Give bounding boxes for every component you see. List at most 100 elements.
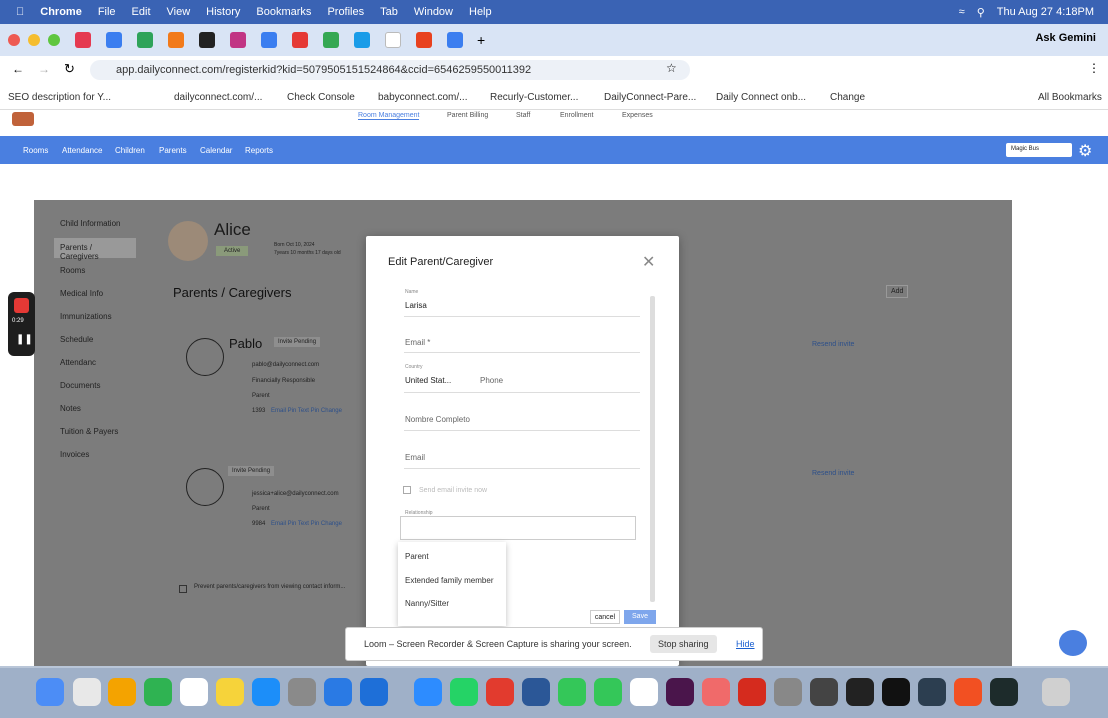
tab-favicon[interactable]	[75, 32, 91, 48]
settings-icon[interactable]	[288, 678, 316, 706]
zoom-icon[interactable]	[414, 678, 442, 706]
sidebar-item-parents[interactable]: Parents / Caregivers	[54, 238, 136, 261]
app-icon[interactable]	[990, 678, 1018, 706]
menu-view[interactable]: View	[167, 6, 191, 18]
reminders-icon[interactable]	[180, 678, 208, 706]
subnav-rooms[interactable]: Rooms	[23, 146, 48, 155]
launchpad-icon[interactable]	[73, 678, 101, 706]
save-button[interactable]: Save	[624, 610, 656, 624]
subnav-children[interactable]: Children	[115, 146, 145, 155]
photos-icon[interactable]	[108, 678, 136, 706]
tab-favicon[interactable]	[261, 32, 277, 48]
parent1-resend-invite[interactable]: Resend invite	[812, 341, 854, 348]
menu-file[interactable]: File	[98, 6, 116, 18]
phone-icon[interactable]	[558, 678, 586, 706]
cancel-button[interactable]: cancel	[590, 610, 620, 624]
menu-profiles[interactable]: Profiles	[327, 6, 364, 18]
app-icon[interactable]	[954, 678, 982, 706]
search-icon[interactable]: ⚲	[977, 6, 985, 19]
subnav-attendance[interactable]: Attendance	[62, 146, 102, 155]
chrome-menu-icon[interactable]: ⋮	[1088, 61, 1100, 75]
menu-window[interactable]: Window	[414, 6, 453, 18]
tab-favicon[interactable]	[230, 32, 246, 48]
nav-expenses[interactable]: Expenses	[622, 112, 653, 119]
menu-help[interactable]: Help	[469, 6, 492, 18]
bookmark-item[interactable]: dailyconnect.com/...	[174, 92, 262, 103]
menu-edit[interactable]: Edit	[132, 6, 151, 18]
reload-icon[interactable]: ↻	[64, 61, 75, 77]
stop-record-icon[interactable]	[14, 298, 29, 313]
bookmark-item[interactable]: Check Console	[287, 92, 355, 103]
nav-enrollment[interactable]: Enrollment	[560, 112, 593, 119]
close-icon[interactable]: ✕	[642, 252, 655, 272]
bookmark-item[interactable]: Recurly-Customer...	[490, 92, 578, 103]
close-window-icon[interactable]	[8, 34, 20, 46]
option-parent[interactable]: Parent	[405, 552, 429, 561]
trash-icon[interactable]	[1042, 678, 1070, 706]
sidebar-item-invoices[interactable]: Invoices	[60, 450, 89, 459]
slack-icon[interactable]	[666, 678, 694, 706]
sidebar-item-child-info[interactable]: Child Information	[60, 219, 120, 228]
tab-favicon[interactable]	[137, 32, 153, 48]
parent1-pin-links[interactable]: Email Pin Text Pin Change	[271, 408, 342, 414]
nav-room-management[interactable]: Room Management	[358, 112, 420, 120]
chat-icon[interactable]	[1059, 630, 1087, 656]
email-field[interactable]: Email *	[405, 338, 430, 347]
bookmark-item[interactable]: babyconnect.com/...	[378, 92, 468, 103]
tab-favicon[interactable]	[292, 32, 308, 48]
minimize-window-icon[interactable]	[28, 34, 40, 46]
pause-icon[interactable]: ❚❚	[16, 334, 33, 345]
email2-field[interactable]: Email	[405, 453, 425, 462]
forward-icon[interactable]: →	[38, 62, 50, 76]
tab-favicon[interactable]	[106, 32, 122, 48]
tab-favicon[interactable]	[354, 32, 370, 48]
all-bookmarks-link[interactable]: All Bookmarks	[1038, 92, 1102, 103]
acrobat-icon[interactable]	[738, 678, 766, 706]
url-input[interactable]: app.dailyconnect.com/registerkid?kid=507…	[90, 60, 690, 80]
new-tab-icon[interactable]: +	[477, 32, 485, 48]
files-icon[interactable]	[324, 678, 352, 706]
modal-scrollbar[interactable]	[650, 296, 655, 602]
chrome-icon[interactable]	[486, 678, 514, 706]
parent2-resend-invite[interactable]: Resend invite	[812, 470, 854, 477]
full-name-field[interactable]: Nombre Completo	[405, 415, 470, 424]
name-input[interactable]: Larisa	[405, 301, 427, 310]
ask-gemini-button[interactable]: Ask Gemini	[1035, 32, 1096, 44]
chatgpt-icon[interactable]	[630, 678, 658, 706]
phone-field[interactable]: Phone	[480, 376, 503, 385]
notes-icon[interactable]	[216, 678, 244, 706]
back-icon[interactable]: ←	[12, 62, 24, 76]
messages-icon[interactable]	[594, 678, 622, 706]
tab-favicon[interactable]	[447, 32, 463, 48]
parent2-pin-links[interactable]: Email Pin Text Pin Change	[271, 521, 342, 527]
menu-app-name[interactable]: Chrome	[40, 6, 82, 18]
preview-icon[interactable]	[360, 678, 388, 706]
menubar-clock[interactable]: Thu Aug 27 4:18PM	[997, 6, 1094, 18]
relationship-select[interactable]	[400, 516, 636, 540]
finder-icon[interactable]	[36, 678, 64, 706]
option-nanny[interactable]: Nanny/Sitter	[405, 599, 449, 608]
tab-favicon[interactable]	[168, 32, 184, 48]
sidebar-item-tuition[interactable]: Tuition & Payers	[60, 427, 118, 436]
bookmark-item[interactable]: SEO description for Y...	[8, 92, 111, 103]
stop-sharing-button[interactable]: Stop sharing	[650, 635, 717, 653]
apple-icon[interactable]: 	[16, 6, 24, 18]
printer-icon[interactable]	[774, 678, 802, 706]
sidebar-item-medical[interactable]: Medical Info	[60, 289, 103, 298]
whatsapp-icon[interactable]	[450, 678, 478, 706]
bookmark-item[interactable]: DailyConnect-Pare...	[604, 92, 696, 103]
sidebar-item-attendance[interactable]: Attendanc	[60, 358, 96, 367]
zoom-window-icon[interactable]	[48, 34, 60, 46]
asana-icon[interactable]	[702, 678, 730, 706]
app-store-icon[interactable]	[252, 678, 280, 706]
prevent-checkbox[interactable]	[179, 585, 187, 593]
add-button[interactable]: Add	[886, 285, 909, 298]
app-icon[interactable]	[918, 678, 946, 706]
tab-favicon[interactable]	[416, 32, 432, 48]
sidebar-item-documents[interactable]: Documents	[60, 381, 100, 390]
send-invite-checkbox[interactable]	[403, 486, 411, 494]
numbers-icon[interactable]	[144, 678, 172, 706]
bookmark-item[interactable]: Change	[830, 92, 865, 103]
sidebar-item-notes[interactable]: Notes	[60, 404, 81, 413]
bookmark-item[interactable]: Daily Connect onb...	[716, 92, 806, 103]
